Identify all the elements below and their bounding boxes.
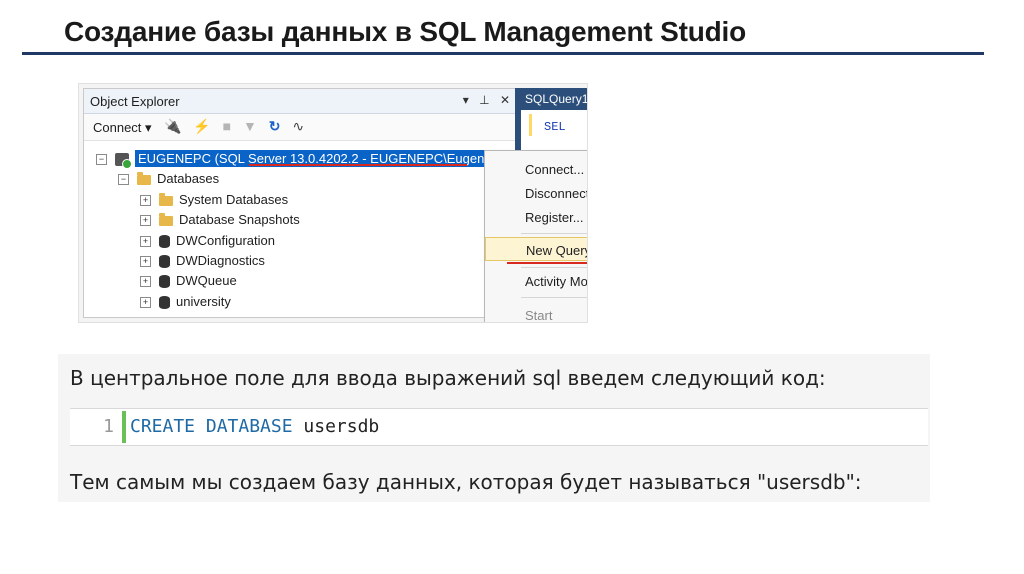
tree-label: Databases [157,171,220,186]
object-explorer-titlebar: Object Explorer ▾ ⊥ ✕ [84,89,516,114]
menu-item-register[interactable]: Register... [485,205,587,229]
pin-icon[interactable]: ⊥ [479,93,489,107]
menu-item-connect[interactable]: Connect... [485,157,587,181]
database-icon [159,255,170,269]
collapse-icon[interactable]: − [96,154,107,166]
server-highlight-underline [249,164,467,166]
tree-label: Database Snapshots [179,212,300,227]
outro-text: Тем самым мы создаем базу данных, котора… [70,470,862,494]
dropdown-icon[interactable]: ▾ [463,93,469,107]
tree-item[interactable]: + Database Snapshots [140,212,300,232]
query-tab[interactable]: SQLQuery1 [521,88,587,110]
new-query-highlight-underline [507,262,587,264]
database-icon [159,275,170,289]
line-indicator-bar [122,411,126,443]
tree-label: university [176,294,231,309]
panel-controls: ▾ ⊥ ✕ [456,93,510,107]
database-icon [159,296,170,310]
expand-icon[interactable]: + [140,195,151,207]
menu-item-activity-monitor[interactable]: Activity Monitor [485,269,587,293]
line-number: 1 [103,416,114,437]
expand-icon[interactable]: + [140,236,151,248]
tree-item[interactable]: + university [140,294,231,314]
object-explorer-toolbar: Connect ▾ 🔌 ⚡ ■ ▼ ↻ ∿ [84,114,516,141]
folder-icon [159,212,173,226]
object-explorer-panel: Object Explorer ▾ ⊥ ✕ Connect ▾ 🔌 ⚡ ■ ▼ … [83,88,517,318]
tree-label: DWQueue [176,273,237,288]
stop-icon[interactable]: ■ [223,118,231,134]
disconnect-icon[interactable]: ⚡ [193,118,210,135]
menu-item-disconnect[interactable]: Disconnect [485,181,587,205]
expand-icon[interactable]: + [140,297,151,309]
context-menu: Connect... Disconnect Register... New Qu… [484,150,587,322]
code-line[interactable]: CREATE DATABASE usersdb [130,416,379,437]
close-icon[interactable]: ✕ [500,93,510,107]
ssms-screenshot: Object Explorer ▾ ⊥ ✕ Connect ▾ 🔌 ⚡ ■ ▼ … [78,83,588,323]
sql-keyword: CREATE DATABASE [130,416,293,437]
object-explorer-title: Object Explorer [90,94,180,109]
refresh-icon[interactable]: ↻ [269,118,281,135]
connect-icon[interactable]: 🔌 [164,118,181,135]
database-icon [159,235,170,249]
expand-icon[interactable]: + [140,256,151,268]
activity-icon[interactable]: ∿ [292,118,304,135]
slide-title: Создание базы данных в SQL Management St… [64,16,746,47]
menu-separator [521,267,587,268]
menu-item-new-query[interactable]: New Query [485,237,587,261]
code-block: 1 CREATE DATABASE usersdb [70,408,928,446]
folder-icon [137,171,151,185]
connect-dropdown[interactable]: Connect ▾ [93,120,152,136]
title-divider [22,52,984,55]
menu-separator [521,297,587,298]
expand-icon[interactable]: + [140,276,151,288]
menu-item-start[interactable]: Start [485,303,587,322]
collapse-icon[interactable]: − [118,174,129,186]
expand-icon[interactable]: + [140,215,151,227]
tree-label: DWConfiguration [176,233,275,248]
folder-icon [159,192,173,206]
intro-text: В центральное поле для ввода выражений s… [70,366,826,390]
tree-label: System Databases [179,192,289,207]
tree-label: DWDiagnostics [176,253,265,268]
query-code[interactable]: SEL [529,114,587,136]
explanation-section: В центральное поле для ввода выражений s… [58,354,930,502]
tree-item[interactable]: + DWDiagnostics [140,253,265,273]
filter-icon[interactable]: ▼ [243,118,257,134]
tree-server-node[interactable]: − EUGENEPC (SQL Server 13.0.4202.2 - EUGE… [96,150,499,171]
menu-separator [521,233,587,234]
sql-identifier: usersdb [292,416,380,437]
server-icon [115,153,132,170]
tree-item[interactable]: + System Databases [140,192,288,212]
tree-databases-node[interactable]: − Databases [118,171,219,191]
tree-item[interactable]: + DWQueue [140,273,237,293]
tree-item[interactable]: + DWConfiguration [140,233,275,253]
